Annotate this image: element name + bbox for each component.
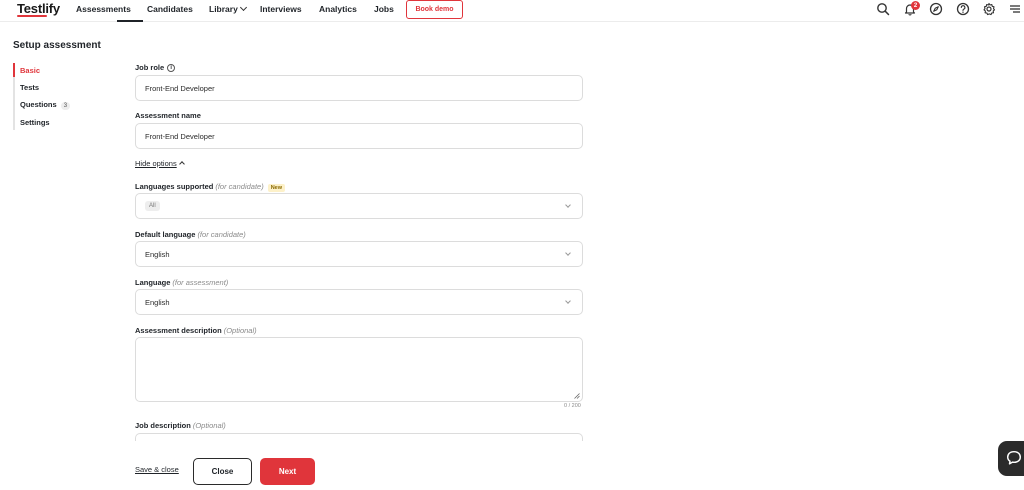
stepper-active-indicator xyxy=(13,63,15,77)
job-role-value: Front-End Developer xyxy=(145,84,215,93)
questions-count-badge: 3 xyxy=(60,102,71,110)
languages-supported-select[interactable]: All xyxy=(135,193,583,219)
page-title: Setup assessment xyxy=(13,40,101,51)
chevron-up-icon xyxy=(178,161,185,167)
assessment-name-label: Assessment name xyxy=(135,111,201,120)
language-select[interactable]: English xyxy=(135,289,583,315)
default-language-hint: (for candidate) xyxy=(197,230,246,239)
languages-supported-hint: (for candidate) xyxy=(215,182,264,191)
language-label: Language (for assessment) xyxy=(135,278,228,287)
chevron-down-icon xyxy=(565,298,571,304)
nav-candidates[interactable]: Candidates xyxy=(147,4,193,14)
language-hint: (for assessment) xyxy=(172,278,229,287)
chat-icon xyxy=(1006,450,1022,465)
hide-options-label: Hide options xyxy=(135,159,177,168)
default-language-select[interactable]: English xyxy=(135,241,583,267)
menu-icon[interactable] xyxy=(1008,2,1022,16)
language-value: English xyxy=(145,298,170,307)
job-description-label-text: Job description xyxy=(135,421,191,430)
top-navigation: Testlify Assessments Candidates Library … xyxy=(0,0,1024,22)
chevron-down-icon xyxy=(239,3,247,12)
job-description-hint: (Optional) xyxy=(192,421,226,430)
assessment-description-label-text: Assessment description xyxy=(135,326,222,335)
assessment-description-textarea[interactable] xyxy=(135,337,583,402)
nav-library[interactable]: Library xyxy=(209,3,247,14)
gear-icon[interactable] xyxy=(982,2,996,16)
new-badge: New xyxy=(267,184,286,192)
job-description-textarea[interactable] xyxy=(135,433,583,441)
info-icon[interactable]: i xyxy=(167,64,176,72)
assessment-name-input[interactable]: Front-End Developer xyxy=(135,123,583,149)
chevron-down-icon xyxy=(565,202,571,208)
notification-count-badge: 2 xyxy=(911,1,920,10)
save-and-close-link[interactable]: Save & close xyxy=(135,465,179,474)
logo-underline xyxy=(17,15,47,17)
hide-options-toggle[interactable]: Hide options xyxy=(135,159,185,168)
assessment-description-hint: (Optional) xyxy=(223,326,257,335)
language-chip[interactable]: All xyxy=(145,201,160,211)
nav-interviews[interactable]: Interviews xyxy=(260,4,302,14)
compass-icon[interactable] xyxy=(929,2,943,16)
book-demo-button[interactable]: Book demo xyxy=(406,0,463,19)
nav-jobs[interactable]: Jobs xyxy=(374,4,394,14)
languages-supported-label-text: Languages supported xyxy=(135,182,214,191)
language-label-text: Language xyxy=(135,278,171,287)
nav-assessments[interactable]: Assessments xyxy=(76,4,131,14)
search-icon[interactable] xyxy=(876,2,890,16)
job-role-input[interactable]: Front-End Developer xyxy=(135,75,583,101)
assessment-name-value: Front-End Developer xyxy=(145,132,215,141)
chevron-down-icon xyxy=(565,250,571,256)
default-language-label-text: Default language xyxy=(135,230,196,239)
assessment-description-label: Assessment description (Optional) xyxy=(135,326,257,335)
step-settings[interactable]: Settings xyxy=(20,118,50,127)
languages-supported-label: Languages supported (for candidate) New xyxy=(135,182,286,192)
chat-widget-button[interactable] xyxy=(998,441,1024,476)
nav-library-label: Library xyxy=(209,4,238,14)
job-role-label-text: Job role xyxy=(135,63,165,72)
job-role-label: Job role i xyxy=(135,63,176,73)
step-questions-label: Questions xyxy=(20,100,57,109)
next-button[interactable]: Next xyxy=(260,458,315,485)
step-questions[interactable]: Questions 3 xyxy=(20,100,71,110)
default-language-label: Default language (for candidate) xyxy=(135,230,246,239)
close-button[interactable]: Close xyxy=(193,458,252,485)
job-description-label: Job description (Optional) xyxy=(135,421,226,430)
nav-active-indicator xyxy=(117,20,143,22)
logo[interactable]: Testlify xyxy=(17,1,60,16)
step-tests[interactable]: Tests xyxy=(20,83,39,92)
help-icon[interactable] xyxy=(956,2,970,16)
resize-handle-icon[interactable] xyxy=(574,393,580,399)
nav-analytics[interactable]: Analytics xyxy=(319,4,357,14)
step-basic[interactable]: Basic xyxy=(20,66,40,75)
default-language-value: English xyxy=(145,250,170,259)
character-counter: 0 / 200 xyxy=(564,403,581,409)
